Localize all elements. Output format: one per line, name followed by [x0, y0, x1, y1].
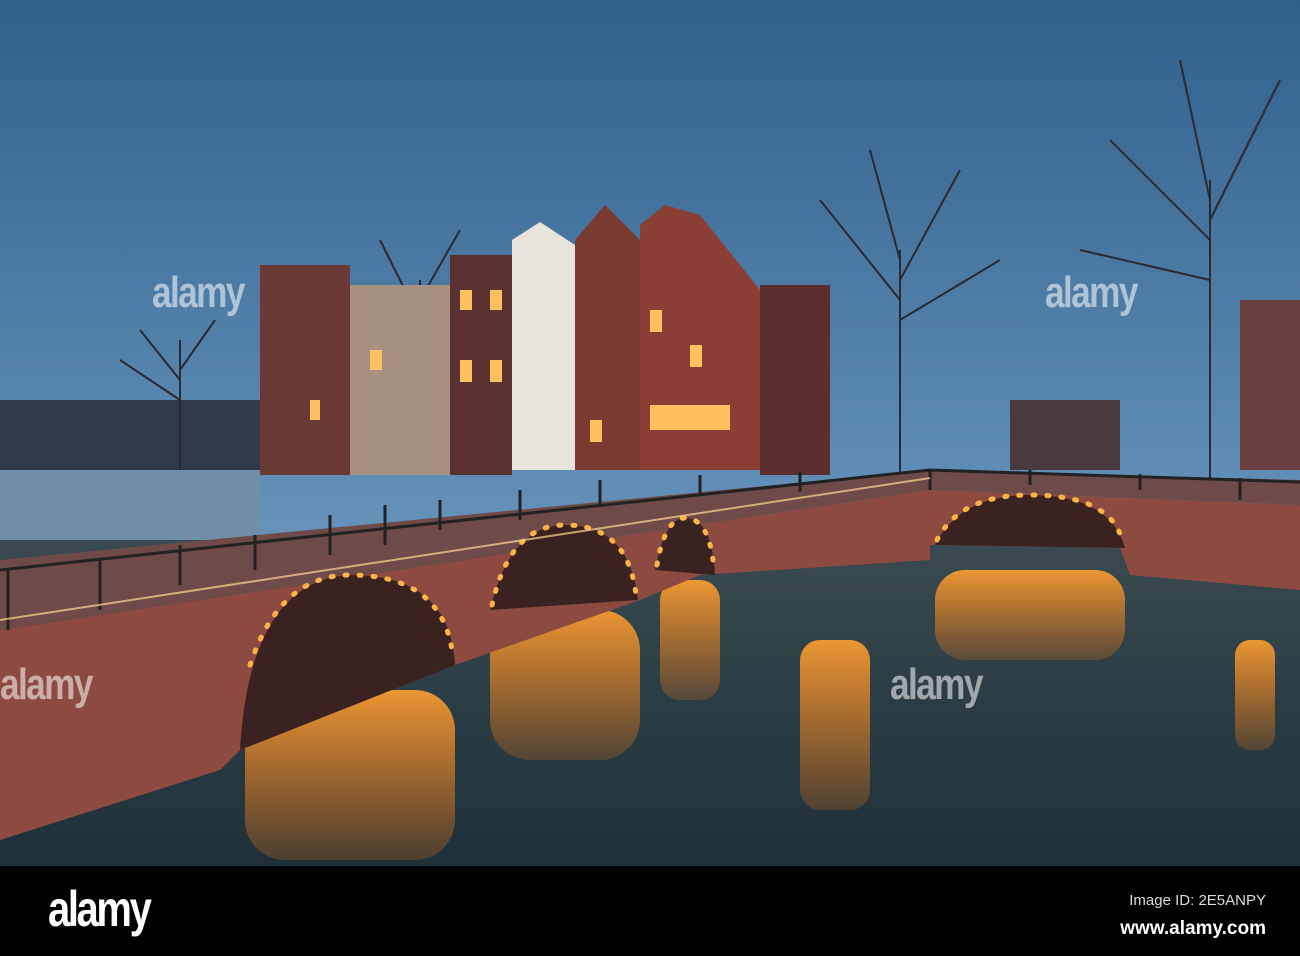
left-canal — [0, 470, 260, 540]
photo-frame: alamy alamy alamy alamy alamy Image ID: … — [0, 0, 1300, 956]
footer-bar: alamy Image ID: 2E5ANPY www.alamy.com — [0, 866, 1300, 956]
far-bank — [0, 400, 260, 480]
amsterdam-canal-photo — [0, 0, 1300, 866]
watermark: alamy — [890, 660, 983, 709]
watermark: alamy — [1045, 268, 1138, 317]
image-id: Image ID: 2E5ANPY — [1129, 892, 1266, 909]
site-url: www.alamy.com — [1120, 918, 1266, 939]
alamy-logo: alamy — [48, 881, 152, 937]
watermark: alamy — [152, 268, 245, 317]
watermark: alamy — [0, 660, 93, 709]
